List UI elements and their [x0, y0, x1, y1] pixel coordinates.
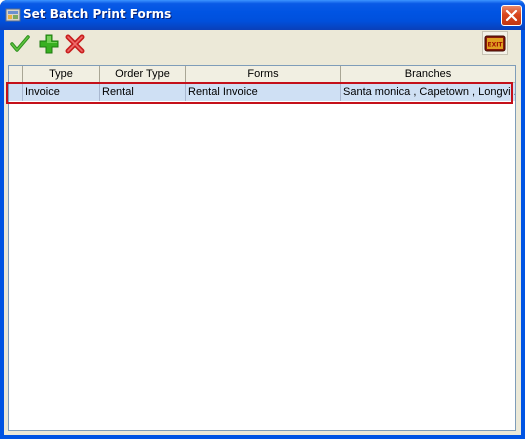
checkmark-icon — [10, 35, 30, 52]
exit-label: EXIT — [487, 42, 503, 49]
close-button[interactable] — [501, 5, 522, 26]
window-title: Set Batch Print Forms — [23, 7, 172, 21]
close-icon — [505, 9, 518, 22]
forms-table[interactable]: Type Order Type Forms Branches Invoice R… — [8, 65, 516, 431]
row-header-corner — [9, 66, 23, 82]
app-icon — [5, 8, 21, 22]
delete-button[interactable] — [65, 33, 85, 55]
row-highlight-box — [6, 82, 513, 104]
column-header-order-type[interactable]: Order Type — [100, 66, 186, 82]
plus-icon — [39, 34, 59, 54]
dialog-window: Set Batch Print Forms EXIT Type Order Ty… — [0, 0, 525, 439]
exit-icon: EXIT — [484, 35, 506, 52]
column-header-forms[interactable]: Forms — [186, 66, 341, 82]
add-button[interactable] — [39, 33, 59, 55]
table-header: Type Order Type Forms Branches — [9, 66, 515, 83]
confirm-button[interactable] — [10, 33, 30, 55]
column-header-type[interactable]: Type — [23, 66, 100, 82]
exit-button[interactable]: EXIT — [482, 31, 508, 55]
column-header-branches[interactable]: Branches — [341, 66, 515, 82]
x-icon — [65, 34, 85, 54]
title-bar[interactable]: Set Batch Print Forms — [0, 0, 525, 30]
